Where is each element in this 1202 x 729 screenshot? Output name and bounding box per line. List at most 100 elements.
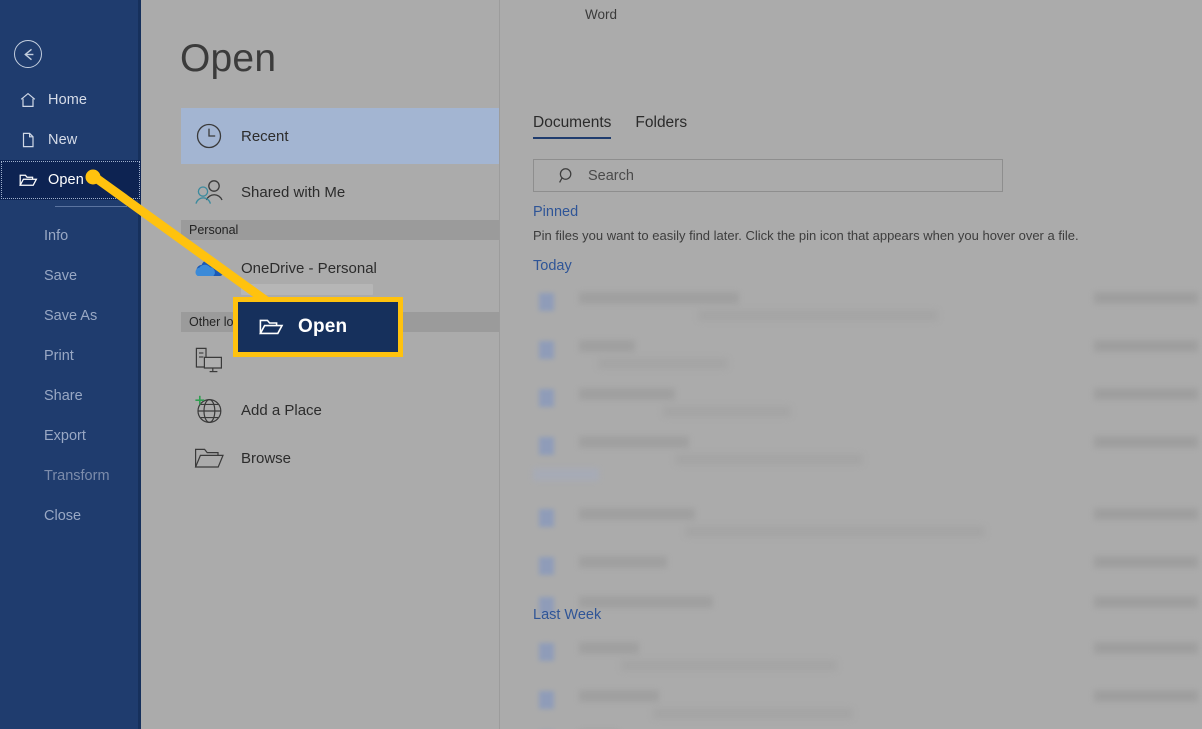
place-shared-with-me[interactable]: Shared with Me — [181, 164, 499, 220]
file-path-redacted — [675, 454, 863, 465]
sidebar-item-print-label: Print — [44, 348, 74, 364]
section-heading-today: Today — [533, 258, 572, 274]
places-group-personal-label: Personal — [189, 223, 239, 237]
backstage-sidebar: Home New Open Info Save Save As Print Sh… — [0, 0, 141, 729]
search-input[interactable]: Search — [533, 159, 1003, 192]
sidebar-item-share-label: Share — [44, 388, 83, 404]
section-heading-last-week: Last Week — [533, 607, 602, 623]
table-row[interactable] — [533, 284, 1202, 332]
clock-icon — [191, 118, 227, 154]
file-name-redacted — [579, 556, 667, 568]
tab-folders-label: Folders — [635, 114, 688, 131]
file-name-redacted — [579, 388, 675, 400]
place-browse[interactable]: Browse — [181, 430, 499, 486]
file-path-redacted — [698, 310, 938, 321]
file-path-redacted — [598, 358, 728, 369]
file-date-redacted — [1094, 642, 1198, 654]
sidebar-item-export-label: Export — [44, 428, 86, 444]
sidebar-item-info[interactable]: Info — [0, 216, 141, 256]
sidebar-item-save-as[interactable]: Save As — [0, 296, 141, 336]
place-recent-label: Recent — [241, 127, 289, 145]
file-path-redacted — [621, 660, 837, 671]
open-callout-label: Open — [298, 316, 348, 337]
page-title: Open — [180, 37, 277, 80]
file-path-redacted — [653, 708, 853, 719]
file-browser-pane: Documents Folders Search Pinned Pin file… — [533, 108, 1202, 729]
file-date-redacted — [1094, 436, 1198, 448]
sidebar-item-print[interactable]: Print — [0, 336, 141, 376]
sidebar-item-save[interactable]: Save — [0, 256, 141, 296]
people-icon — [191, 174, 227, 210]
app-title: Word — [584, 7, 617, 22]
file-date-redacted — [1094, 292, 1198, 304]
folder-icon — [191, 440, 227, 476]
file-type-icon — [539, 557, 554, 575]
file-path-redacted — [663, 406, 791, 417]
file-path-redacted — [685, 526, 985, 537]
home-icon — [18, 90, 38, 110]
file-name-redacted — [579, 508, 695, 520]
file-type-icon — [539, 389, 554, 407]
file-type-icon — [539, 509, 554, 527]
sidebar-divider — [55, 206, 127, 207]
place-browse-label: Browse — [241, 449, 292, 467]
file-date-redacted — [1094, 340, 1198, 352]
file-type-icon — [539, 341, 554, 359]
word-backstage-open-screen: Word Home New Open Info Save Save As Pri… — [0, 0, 1202, 729]
sidebar-item-share[interactable]: Share — [0, 376, 141, 416]
sidebar-item-open-label: Open — [48, 172, 84, 188]
table-row[interactable] — [533, 500, 1202, 548]
sidebar-item-open[interactable]: Open — [0, 160, 141, 200]
tab-folders[interactable]: Folders — [635, 114, 687, 139]
sidebar-item-info-label: Info — [44, 228, 69, 244]
file-name-redacted — [579, 642, 639, 654]
column-divider — [499, 0, 500, 729]
place-shared-label: Shared with Me — [241, 183, 346, 201]
sidebar-item-home[interactable]: Home — [0, 80, 141, 120]
search-placeholder: Search — [588, 167, 634, 184]
file-date-redacted — [1094, 556, 1198, 568]
pinned-note: Pin files you want to easily find later.… — [533, 228, 1079, 243]
file-name-redacted — [533, 468, 599, 481]
sidebar-item-save-label: Save — [44, 268, 78, 284]
file-date-redacted — [1094, 596, 1198, 608]
new-document-icon — [18, 130, 38, 150]
file-type-icon — [539, 691, 554, 709]
sidebar-item-close[interactable]: Close — [0, 496, 141, 536]
file-name-redacted — [579, 292, 739, 304]
file-date-redacted — [1094, 690, 1198, 702]
this-pc-icon — [191, 342, 227, 378]
tab-documents[interactable]: Documents — [533, 114, 612, 139]
globe-plus-icon — [191, 392, 227, 428]
file-type-icon — [539, 643, 554, 661]
table-row[interactable] — [533, 634, 1202, 682]
file-name-redacted — [579, 690, 659, 702]
open-callout-box[interactable]: Open — [233, 297, 403, 357]
file-name-redacted — [579, 436, 689, 448]
sidebar-item-new[interactable]: New — [0, 120, 141, 160]
places-group-personal: Personal — [181, 220, 499, 240]
table-row[interactable] — [533, 722, 1202, 729]
file-type-icon — [539, 437, 554, 455]
sidebar-item-save-as-label: Save As — [44, 308, 98, 324]
place-recent[interactable]: Recent — [181, 108, 499, 164]
places-group-other-label: Other lo — [189, 315, 234, 329]
place-add-a-place-label: Add a Place — [241, 401, 322, 419]
table-row[interactable] — [533, 332, 1202, 380]
browser-tabs: Documents Folders — [533, 114, 687, 139]
pinned-heading: Pinned — [533, 204, 579, 220]
file-date-redacted — [1094, 388, 1198, 400]
place-onedrive-subline — [241, 284, 373, 295]
search-icon — [558, 167, 576, 185]
back-arrow-icon[interactable] — [14, 40, 42, 68]
file-date-redacted — [1094, 508, 1198, 520]
place-onedrive-label: OneDrive - Personal — [241, 259, 377, 277]
sidebar-item-export[interactable]: Export — [0, 416, 141, 456]
table-row[interactable] — [533, 588, 1202, 636]
tab-documents-label: Documents — [533, 114, 612, 131]
sidebar-item-transform[interactable]: Transform — [0, 456, 141, 496]
file-type-icon — [539, 293, 554, 311]
table-row[interactable] — [533, 380, 1202, 428]
file-name-redacted — [579, 340, 635, 352]
open-folder-icon — [258, 316, 284, 338]
